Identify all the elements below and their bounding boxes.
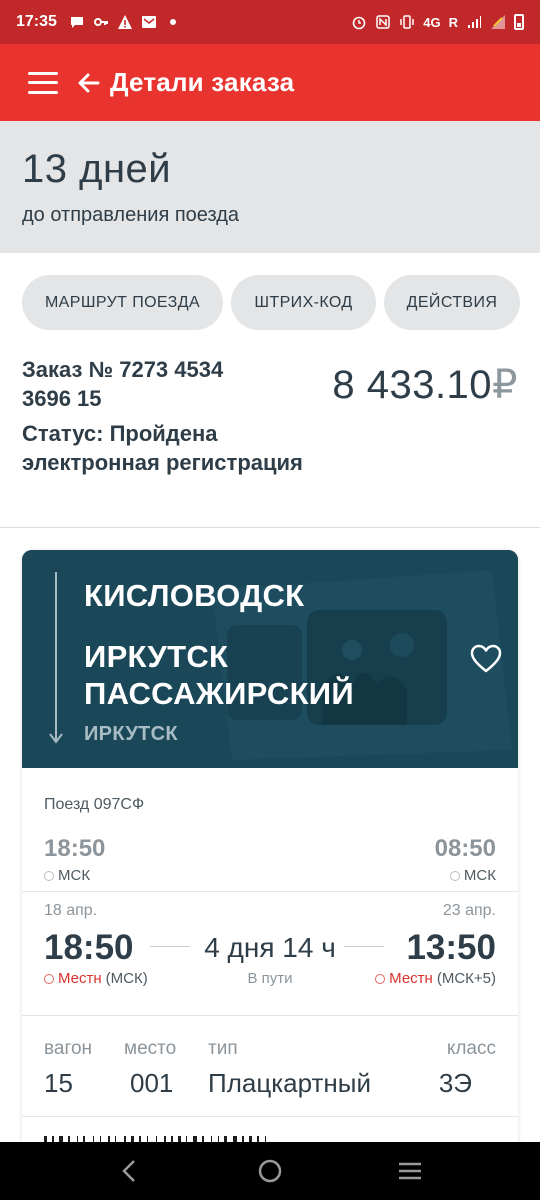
trip-card: КИСЛОВОДСК ИРКУТСК ПАССАЖИРСКИЙ ИРКУТСК … (22, 550, 518, 1170)
signal-icon (468, 16, 481, 28)
divider (22, 1116, 518, 1117)
countdown-days: 13 дней (22, 147, 172, 191)
nav-back-icon[interactable] (116, 1157, 144, 1185)
order-number-line1: Заказ № 7273 4534 (22, 357, 224, 382)
arrival-timezone: Местн (МСК+5) (375, 970, 496, 987)
msk-departure-label: МСК (58, 867, 91, 884)
train-number: Поезд 097СФ (44, 796, 145, 813)
network-type: 4G (423, 14, 441, 30)
arrival-city: ИРКУТСК (84, 723, 178, 745)
battery-icon (514, 14, 524, 30)
divider (22, 891, 518, 892)
clock-icon (449, 870, 460, 881)
mail-icon (141, 16, 156, 28)
nfc-icon (376, 15, 391, 29)
status-time: 17:35 (16, 13, 57, 30)
departure-station: КИСЛОВОДСК (84, 578, 305, 613)
route-line (55, 572, 57, 740)
arrival-date: 23 апр. (442, 902, 496, 919)
system-icons: 4G R (351, 14, 524, 30)
departure-date: 18 апр. (44, 902, 98, 919)
trip-header: КИСЛОВОДСК ИРКУТСК ПАССАЖИРСКИЙ ИРКУТСК (22, 550, 518, 768)
local-label: Местн (58, 970, 102, 987)
car-number: 15 (44, 1068, 73, 1098)
system-nav-bar (0, 1142, 540, 1200)
price-value: 8 433.10 (332, 363, 493, 407)
seat-number: 001 (130, 1068, 174, 1098)
arrival-tz: (МСК+5) (436, 970, 496, 987)
msk-arrival-time: 08:50 (434, 835, 496, 862)
divider (22, 1015, 518, 1016)
clock-icon (44, 973, 54, 984)
order-price: 8 433.10₽ (332, 362, 518, 408)
dot-icon (169, 19, 176, 25)
action-chips: МАРШРУТ ПОЕЗДА ШТРИХ-КОД ДЕЙСТВИЯ (22, 275, 520, 330)
divider (0, 527, 540, 528)
trip-duration: 4 дня 14 ч (204, 932, 336, 963)
currency-symbol: ₽ (492, 363, 518, 407)
key-icon (93, 18, 108, 26)
type-label: тип (208, 1038, 238, 1059)
order-info: Заказ № 7273 4534 3696 15 Статус: Пройде… (22, 355, 322, 477)
order-status: Статус: Пройдена электронная регистрация (22, 421, 303, 475)
message-icon (70, 17, 83, 28)
notification-icons (69, 14, 181, 30)
warning-icon (117, 15, 132, 29)
departure-tz: (МСК) (105, 970, 148, 987)
page-title: Детали заказа (110, 67, 295, 97)
seat-label: место (124, 1038, 177, 1059)
arrow-left-icon[interactable] (76, 70, 102, 96)
order-number-line2: 3696 15 (22, 386, 102, 411)
departure-countdown: 13 дней до отправления поезда (0, 121, 540, 253)
actions-button[interactable]: ДЕЙСТВИЯ (384, 275, 520, 330)
car-type: Плацкартный (208, 1068, 371, 1098)
departure-timezone: Местн (МСК) (44, 970, 148, 987)
hamburger-menu-icon[interactable] (28, 71, 58, 94)
train-route-button[interactable]: МАРШРУТ ПОЕЗДА (22, 275, 223, 330)
clock-icon (375, 973, 386, 984)
alarm-icon (352, 16, 366, 30)
favorite-heart-icon[interactable] (470, 644, 502, 674)
clock-icon (44, 870, 54, 881)
nav-recents-icon[interactable] (396, 1157, 424, 1185)
class-label: класс (446, 1038, 496, 1059)
arrival-station: ИРКУТСК ПАССАЖИРСКИЙ (84, 639, 354, 711)
roaming-indicator: R (448, 14, 458, 30)
local-label: Местн (389, 970, 433, 987)
nav-home-icon[interactable] (256, 1157, 284, 1185)
status-bar: 17:35 4G R (0, 0, 540, 44)
msk-arrival-label: МСК (463, 867, 496, 884)
vibrate-icon (400, 15, 415, 29)
msk-departure-time: 18:50 (44, 835, 106, 862)
arrow-down-icon (49, 733, 63, 744)
app-bar: Детали заказа (0, 44, 540, 121)
countdown-subtitle: до отправления поезда (22, 204, 239, 226)
no-signal-icon (491, 15, 505, 29)
duration-line-right (344, 946, 384, 947)
barcode-button[interactable]: ШТРИХ-КОД (231, 275, 376, 330)
service-class: 3Э (438, 1068, 472, 1098)
car-label: вагон (44, 1038, 93, 1059)
